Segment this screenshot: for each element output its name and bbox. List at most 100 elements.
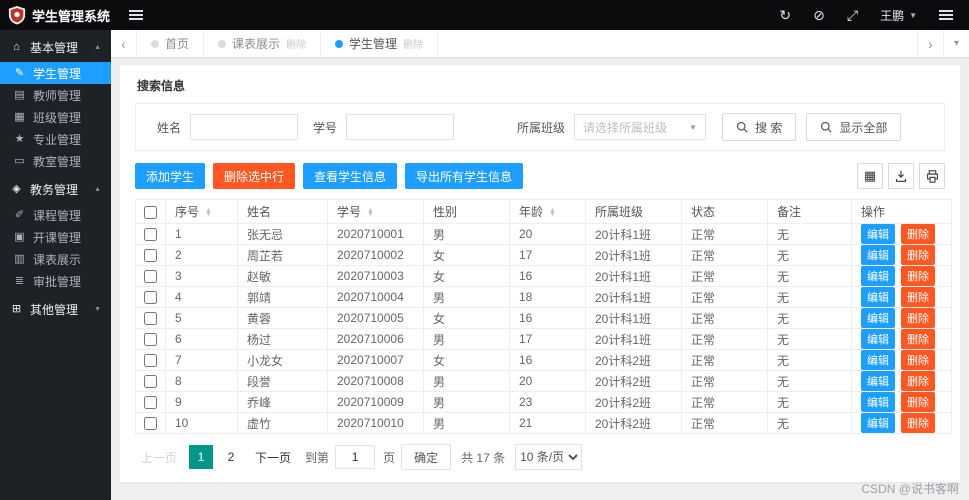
export-students-button[interactable]: 导出所有学生信息 [405, 163, 524, 189]
delete-row-button[interactable]: 删除 [901, 224, 935, 244]
sidebar-item-classrooms[interactable]: ▭ 教室管理 [0, 150, 111, 172]
sidebar-item-teachers[interactable]: ▤ 教师管理 [0, 84, 111, 106]
refresh-icon[interactable]: ↻ [779, 8, 791, 22]
tab-status-dot-icon [151, 39, 159, 48]
class-select[interactable]: 请选择所属班级 ▼ [574, 114, 707, 140]
row-checkbox-cell [135, 223, 166, 245]
table-row: 4 郭靖 2020710004 男 18 20计科1班 正常无编辑 删除 [135, 286, 952, 308]
tabs-scroll-left-icon[interactable]: ‹ [111, 30, 137, 57]
sidebar-item-approval[interactable]: ≣ 审批管理 [0, 270, 111, 292]
edit-row-button[interactable]: 编辑 [861, 266, 895, 286]
delete-row-button[interactable]: 删除 [901, 308, 935, 328]
tab-close-button[interactable]: 删除 [403, 36, 423, 51]
prev-page-button[interactable]: 上一页 [135, 445, 184, 469]
delete-row-button[interactable]: 删除 [901, 245, 935, 265]
delete-row-button[interactable]: 删除 [901, 266, 935, 286]
cell-class: 20计科2班 [585, 391, 682, 413]
row-checkbox[interactable] [144, 312, 157, 326]
sidebar-section[interactable]: ◈ 教务管理 ▲ [0, 175, 111, 204]
edit-row-button[interactable]: 编辑 [861, 413, 895, 433]
cell-remark: 无 [767, 244, 852, 266]
clear-cache-icon[interactable]: ⊘ [813, 8, 825, 22]
sidebar-item-classes[interactable]: ▦ 班级管理 [0, 106, 111, 128]
tabs-menu-icon[interactable]: ▾ [943, 30, 969, 57]
select-all-checkbox[interactable] [144, 205, 157, 219]
row-checkbox[interactable] [144, 354, 157, 368]
cell-name: 周芷若 [237, 244, 328, 266]
cell-sid: 2020710002 [327, 244, 424, 266]
fullscreen-icon[interactable]: ⤢ [847, 8, 858, 22]
goto-confirm-button[interactable]: 确定 [401, 444, 452, 470]
tab-bar: ‹ 首页 课表展示 删除 学生管理 删除 › ▾ [111, 30, 969, 57]
delete-row-button[interactable]: 删除 [901, 371, 935, 391]
row-checkbox[interactable] [144, 396, 157, 410]
sidebar-item-courses[interactable]: ✐ 课程管理 [0, 204, 111, 226]
name-input[interactable] [190, 114, 299, 140]
student-id-input[interactable] [346, 114, 455, 140]
print-icon[interactable] [919, 163, 945, 189]
tab[interactable]: 首页 [137, 30, 205, 57]
delete-row-button[interactable]: 删除 [901, 329, 935, 349]
row-checkbox[interactable] [144, 375, 157, 389]
sidebar-item-course-offering[interactable]: ▣ 开课管理 [0, 226, 111, 248]
row-checkbox[interactable] [144, 228, 157, 242]
search-button[interactable]: 搜 索 [722, 113, 797, 141]
show-all-button[interactable]: 显示全部 [806, 113, 902, 141]
page-size-select[interactable]: 10 条/页 [515, 444, 583, 470]
cell-name: 虚竹 [237, 412, 328, 434]
cell-class: 20计科1班 [585, 286, 682, 308]
row-checkbox[interactable] [144, 270, 157, 284]
sort-icon[interactable]: ▲ ▼ [367, 207, 374, 218]
edit-row-button[interactable]: 编辑 [861, 245, 895, 265]
sidebar-section[interactable]: ⊞ 其他管理 ▼ [0, 295, 111, 324]
sidebar-item-students[interactable]: ✎ 学生管理 [0, 62, 111, 84]
course-offering-icon: ▣ [14, 230, 25, 243]
next-page-button[interactable]: 下一页 [249, 445, 298, 469]
settings-list-icon[interactable] [939, 14, 953, 16]
page-button[interactable]: 2 [219, 445, 244, 469]
sidebar: ⌂ 基本管理 ▲ ✎ 学生管理 ▤ 教师管理 ▦ 班级管理 ★ 专业管理 ▭ 教室管理 ◈ 教务管理 ▲ ✐ 课程… [0, 30, 111, 500]
view-student-button[interactable]: 查看学生信息 [303, 163, 398, 189]
edit-row-button[interactable]: 编辑 [861, 224, 895, 244]
delete-selected-button[interactable]: 删除选中行 [213, 163, 296, 189]
sidebar-item-timetable[interactable]: ▥ 课表展示 [0, 248, 111, 270]
search-icon [736, 121, 748, 133]
delete-row-button[interactable]: 删除 [901, 287, 935, 307]
export-download-icon[interactable] [888, 163, 914, 189]
delete-row-button[interactable]: 删除 [901, 392, 935, 412]
tab-close-button[interactable]: 删除 [286, 36, 306, 51]
columns-filter-icon[interactable]: ▦ [857, 163, 883, 189]
add-student-button[interactable]: 添加学生 [135, 163, 206, 189]
sidebar-section[interactable]: ⌂ 基本管理 ▲ [0, 33, 111, 62]
tab[interactable]: 课表展示 删除 [204, 30, 322, 57]
edit-row-button[interactable]: 编辑 [861, 329, 895, 349]
user-menu[interactable]: 王鹏 ▼ [880, 7, 917, 24]
sidebar-toggle-icon[interactable] [129, 14, 143, 16]
edit-row-button[interactable]: 编辑 [861, 371, 895, 391]
edit-row-button[interactable]: 编辑 [861, 308, 895, 328]
row-checkbox[interactable] [144, 417, 157, 431]
page-button[interactable]: 1 [189, 445, 214, 469]
tabs-scroll-right-icon[interactable]: › [917, 30, 943, 57]
sort-icon[interactable]: ▲ ▼ [205, 207, 212, 218]
app-logo-area[interactable]: 学生管理系统 [0, 5, 111, 25]
row-checkbox[interactable] [144, 333, 157, 347]
sidebar-item-majors[interactable]: ★ 专业管理 [0, 128, 111, 150]
tab[interactable]: 学生管理 删除 [321, 30, 439, 57]
edit-row-button[interactable]: 编辑 [861, 350, 895, 370]
edit-row-button[interactable]: 编辑 [861, 392, 895, 412]
chevron-down-icon: ▼ [94, 306, 101, 313]
delete-row-button[interactable]: 删除 [901, 350, 935, 370]
cell-age: 17 [509, 328, 586, 350]
edit-row-button[interactable]: 编辑 [861, 287, 895, 307]
sort-icon[interactable]: ▲ ▼ [549, 207, 556, 218]
goto-page-input[interactable] [335, 445, 376, 469]
row-checkbox[interactable] [144, 249, 157, 263]
column-header-label: 年龄 [519, 205, 544, 219]
row-checkbox[interactable] [144, 291, 157, 305]
search-panel: 姓名 学号 所属班级 请选择所属班级 ▼ 搜 索 显示全部 [135, 103, 945, 151]
delete-row-button[interactable]: 删除 [901, 413, 935, 433]
cell-gender: 男 [423, 412, 510, 434]
cell-seq: 2 [165, 244, 238, 266]
topbar-actions: ↻ ⊘ ⤢ 王鹏 ▼ [779, 7, 969, 24]
